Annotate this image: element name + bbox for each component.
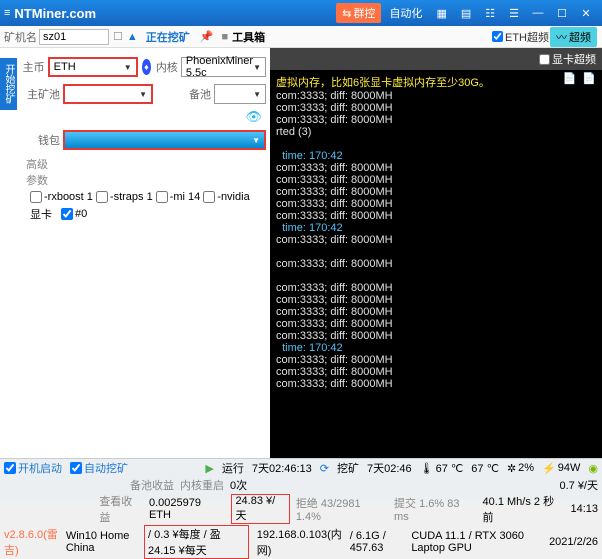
footer: 开机启动 自动挖矿 ▶ 运行7天02:46:13 ⟳ 挖矿7天02:46 🌡67… bbox=[0, 458, 602, 500]
kernel-select[interactable]: PhoenixMiner 5.5c▼ bbox=[181, 57, 266, 77]
machine-label: 矿机名 bbox=[4, 29, 37, 45]
mi-check[interactable] bbox=[156, 191, 168, 203]
stop-icon[interactable]: ■ bbox=[221, 31, 228, 43]
eth-oc-check[interactable] bbox=[492, 31, 503, 42]
maximize-button[interactable]: ☐ bbox=[550, 7, 574, 20]
titlebar: ≡ NTMiner.com ⇆群控 自动化 ▦ ▤ ☷ ☰ — ☐ ✕ bbox=[0, 0, 602, 26]
eth-icon: ♦ bbox=[142, 59, 152, 75]
sidebar-tab[interactable]: 开始挖矿 bbox=[0, 58, 17, 110]
auto-button[interactable]: 自动化 bbox=[383, 3, 428, 23]
version: v2.8.6.0(雷吉) bbox=[4, 526, 58, 558]
menu-icon[interactable]: ≡ bbox=[4, 7, 10, 19]
pool2-select[interactable]: ▼ bbox=[214, 84, 266, 104]
straps-check[interactable] bbox=[96, 191, 108, 203]
chart-icon[interactable]: ☷ bbox=[479, 5, 501, 22]
power-icon: ⚡ bbox=[542, 462, 556, 475]
toolbox-bar: 显卡超频 bbox=[270, 48, 602, 70]
pin-icon[interactable]: 📌 bbox=[200, 30, 214, 43]
income-cny: 24.83 ¥/天 bbox=[231, 494, 289, 524]
nvidia-check[interactable] bbox=[203, 191, 215, 203]
automine-check[interactable] bbox=[70, 462, 82, 474]
minimize-button[interactable]: — bbox=[526, 7, 550, 19]
square-icon[interactable]: ☐ bbox=[113, 30, 123, 43]
wallet-select[interactable]: ▼ bbox=[63, 130, 266, 150]
refresh-icon[interactable]: ⟳ bbox=[320, 462, 329, 475]
mining-icon: ▲ bbox=[127, 31, 138, 43]
list-icon[interactable]: ▤ bbox=[455, 5, 477, 22]
oc-button[interactable]: 〰超频 bbox=[550, 27, 597, 47]
copy-icon[interactable]: 📄 bbox=[563, 72, 577, 85]
config-row: 矿机名 ☐ ▲ 正在挖矿 📌 ■ 工具箱 ETH超频 〰超频 bbox=[0, 26, 602, 48]
console[interactable]: 📄📄 虚拟内存，比如6张显卡虚拟内存至少30G。 com:3333; diff:… bbox=[270, 70, 602, 458]
elec-profit: / 0.3 ¥每度 / 盈24.15 ¥每天 bbox=[144, 525, 249, 559]
console-warning: 虚拟内存，比如6张显卡虚拟内存至少30G。 bbox=[276, 74, 596, 90]
gpu0-check[interactable] bbox=[61, 208, 73, 220]
close-button[interactable]: ✕ bbox=[574, 7, 598, 20]
app-logo: NTMiner.com bbox=[14, 6, 96, 21]
nvidia-icon: ◉ bbox=[588, 462, 598, 475]
toolbox-label: 工具箱 bbox=[232, 29, 265, 45]
coin-select[interactable]: ETH▼ bbox=[48, 57, 138, 77]
grid-icon[interactable]: ▦ bbox=[430, 5, 452, 22]
boot-check[interactable] bbox=[4, 462, 16, 474]
play-icon: ▶ bbox=[205, 462, 213, 475]
settings-icon[interactable]: ☰ bbox=[503, 5, 525, 22]
advanced-label: 高级 参数 bbox=[26, 156, 266, 188]
temp-icon: 🌡 bbox=[420, 462, 434, 475]
left-panel: 开始挖矿 主币 ETH▼ ♦ 内核 PhoenixMiner 5.5c▼ 主矿池… bbox=[0, 48, 270, 458]
mining-status: 正在挖矿 bbox=[146, 29, 190, 45]
machine-input[interactable] bbox=[39, 29, 109, 45]
fan-icon: ✲ bbox=[507, 462, 516, 475]
qunkong-button[interactable]: ⇆群控 bbox=[336, 3, 381, 23]
eye-icon[interactable]: 👁 bbox=[245, 109, 262, 124]
doc-icon[interactable]: 📄 bbox=[582, 72, 596, 85]
single-oc-check[interactable] bbox=[539, 54, 550, 65]
rxboost-check[interactable] bbox=[30, 191, 42, 203]
pool-select[interactable]: ▼ bbox=[63, 84, 153, 104]
